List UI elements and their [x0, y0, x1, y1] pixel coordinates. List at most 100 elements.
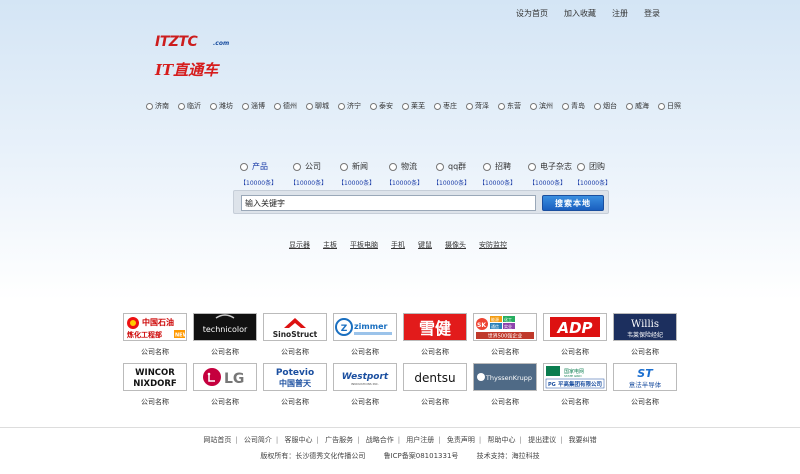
city-option[interactable]: 莱芜 [402, 101, 425, 111]
company-logo[interactable]: Potevio 中国普天 [263, 363, 327, 391]
radio-icon[interactable] [530, 102, 537, 110]
radio-icon[interactable] [594, 102, 601, 110]
city-option[interactable]: 枣庄 [434, 101, 457, 111]
radio-icon[interactable] [658, 102, 665, 110]
company-card[interactable]: Potevio 中国普天 公司名称 [263, 363, 327, 407]
company-card[interactable]: ST 意法半导体 公司名称 [613, 363, 677, 407]
company-name[interactable]: 公司名称 [193, 347, 257, 357]
company-card[interactable]: 中国石油 炼化工程部 NEW 公司名称 [123, 313, 187, 357]
company-card[interactable]: Z zimmer 公司名称 [333, 313, 397, 357]
radio-icon[interactable] [483, 162, 491, 171]
hot-keyword-link[interactable]: 显示器 [289, 240, 310, 250]
radio-icon[interactable] [370, 102, 377, 110]
city-option[interactable]: 烟台 [594, 101, 617, 111]
radio-icon[interactable] [146, 102, 153, 110]
company-logo[interactable]: SinoStruct [263, 313, 327, 341]
city-option[interactable]: 潍坊 [210, 101, 233, 111]
company-logo[interactable]: WINCOR NIXDORF [123, 363, 187, 391]
footer-link[interactable]: 我要纠错 [569, 436, 597, 444]
category-option-company[interactable]: 公司 [293, 161, 321, 172]
category-option-emagazine[interactable]: 电子杂志 [528, 161, 572, 172]
radio-icon[interactable] [577, 162, 585, 171]
hot-keyword-link[interactable]: 手机 [391, 240, 405, 250]
hot-keyword-link[interactable]: 主板 [323, 240, 337, 250]
footer-link[interactable]: 客服中心 [285, 436, 313, 444]
company-card[interactable]: dentsu 公司名称 [403, 363, 467, 407]
radio-icon[interactable] [242, 102, 249, 110]
radio-icon[interactable] [528, 162, 536, 171]
city-option[interactable]: 济宁 [338, 101, 361, 111]
company-card[interactable]: SinoStruct 公司名称 [263, 313, 327, 357]
company-name[interactable]: 公司名称 [613, 347, 677, 357]
company-card[interactable]: WINCOR NIXDORF 公司名称 [123, 363, 187, 407]
company-name[interactable]: 公司名称 [193, 397, 257, 407]
login-link[interactable]: 登录 [644, 8, 660, 19]
footer-link[interactable]: 用户注册 [406, 436, 434, 444]
company-name[interactable]: 公司名称 [263, 397, 327, 407]
radio-icon[interactable] [340, 162, 348, 171]
set-homepage-link[interactable]: 设为首页 [516, 8, 548, 19]
category-option-jobs[interactable]: 招聘 [483, 161, 511, 172]
company-name[interactable]: 公司名称 [123, 397, 187, 407]
city-option[interactable]: 威海 [626, 101, 649, 111]
company-logo[interactable]: dentsu [403, 363, 467, 391]
radio-icon[interactable] [293, 162, 301, 171]
company-name[interactable]: 公司名称 [333, 347, 397, 357]
company-name[interactable]: 公司名称 [473, 347, 537, 357]
category-option-product[interactable]: 产品 [240, 161, 268, 172]
radio-icon[interactable] [434, 102, 441, 110]
company-logo[interactable]: ST 意法半导体 [613, 363, 677, 391]
radio-icon[interactable] [466, 102, 473, 110]
company-logo[interactable]: 国家电网 STATE GRID PG 平高集团有限公司 [543, 363, 607, 391]
company-name[interactable]: 公司名称 [263, 347, 327, 357]
radio-icon[interactable] [389, 162, 397, 171]
radio-icon[interactable] [210, 102, 217, 110]
company-card[interactable]: LG 公司名称 [193, 363, 257, 407]
company-card[interactable]: 雪健 公司名称 [403, 313, 467, 357]
radio-icon[interactable] [306, 102, 313, 110]
city-option[interactable]: 青岛 [562, 101, 585, 111]
company-logo[interactable]: Willis 韦莱保险经纪 [613, 313, 677, 341]
company-name[interactable]: 公司名称 [403, 397, 467, 407]
city-option[interactable]: 德州 [274, 101, 297, 111]
city-option[interactable]: 济南 [146, 101, 169, 111]
category-option-qq-group[interactable]: qq群 [436, 161, 466, 172]
add-favorite-link[interactable]: 加入收藏 [564, 8, 596, 19]
hot-keyword-link[interactable]: 摄像头 [445, 240, 466, 250]
city-option[interactable]: 滨州 [530, 101, 553, 111]
radio-icon[interactable] [436, 162, 444, 171]
company-logo[interactable]: Westport INNOVATIONS INC. [333, 363, 397, 391]
radio-icon[interactable] [240, 162, 248, 171]
hot-keyword-link[interactable]: 键鼠 [418, 240, 432, 250]
footer-link[interactable]: 广告服务 [325, 436, 353, 444]
company-name[interactable]: 公司名称 [123, 347, 187, 357]
company-logo[interactable]: SK 能源 化工 通信 实业 世界500强企业 [473, 313, 537, 341]
hot-keyword-link[interactable]: 平板电脑 [350, 240, 378, 250]
company-logo[interactable]: 中国石油 炼化工程部 NEW [123, 313, 187, 341]
city-option[interactable]: 临沂 [178, 101, 201, 111]
footer-link[interactable]: 免责声明 [447, 436, 475, 444]
category-option-group-buy[interactable]: 团购 [577, 161, 605, 172]
radio-icon[interactable] [338, 102, 345, 110]
search-local-button[interactable]: 搜索本地 [542, 195, 604, 211]
hot-keyword-link[interactable]: 安防监控 [479, 240, 507, 250]
city-option[interactable]: 淄博 [242, 101, 265, 111]
footer-link[interactable]: 提出建议 [528, 436, 556, 444]
city-option[interactable]: 泰安 [370, 101, 393, 111]
company-card[interactable]: 国家电网 STATE GRID PG 平高集团有限公司 公司名称 [543, 363, 607, 407]
company-logo[interactable]: LG [193, 363, 257, 391]
footer-link[interactable]: 战略合作 [366, 436, 394, 444]
radio-icon[interactable] [274, 102, 281, 110]
search-input[interactable] [241, 195, 536, 211]
company-name[interactable]: 公司名称 [543, 347, 607, 357]
company-card[interactable]: SK 能源 化工 通信 实业 世界500强企业 公司名称 [473, 313, 537, 357]
city-option[interactable]: 日照 [658, 101, 681, 111]
company-name[interactable]: 公司名称 [473, 397, 537, 407]
company-card[interactable]: ThyssenKrupp 公司名称 [473, 363, 537, 407]
radio-icon[interactable] [402, 102, 409, 110]
company-logo[interactable]: 雪健 [403, 313, 467, 341]
city-option[interactable]: 菏泽 [466, 101, 489, 111]
company-name[interactable]: 公司名称 [333, 397, 397, 407]
company-logo[interactable]: Z zimmer [333, 313, 397, 341]
site-logo[interactable]: ITZTC .com IT直通车 [155, 34, 245, 84]
